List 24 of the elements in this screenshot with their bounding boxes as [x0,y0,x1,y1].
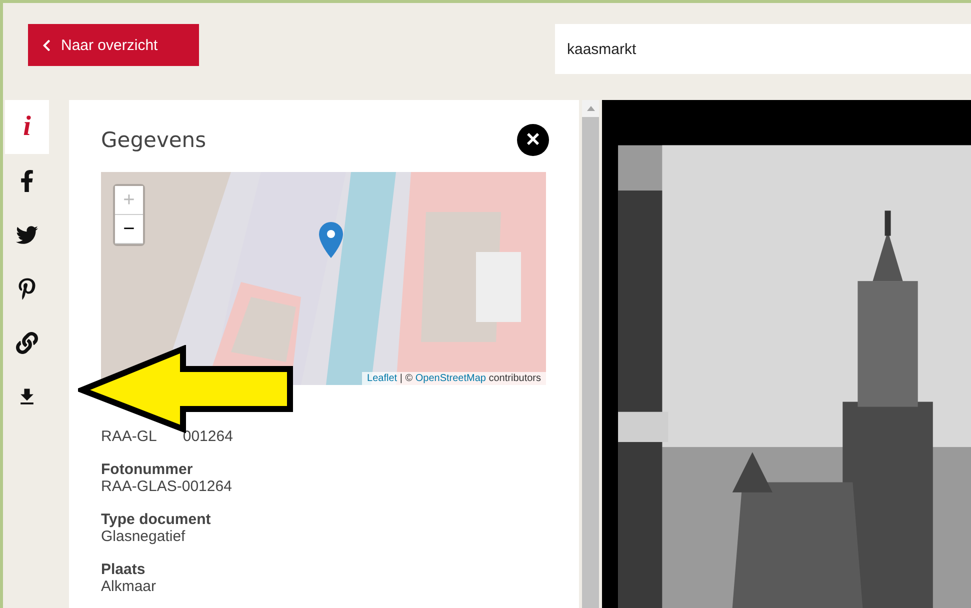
field-value: 001264 [182,428,233,445]
twitter-icon [16,224,38,246]
field-label: Type document [101,511,212,528]
info-icon: i [23,111,31,143]
share-bar-button[interactable]: i [5,100,49,154]
scrollbar[interactable] [582,100,599,608]
back-button[interactable]: Naar overzicht [28,24,199,66]
field-value: Glasnegatief [101,528,186,545]
map-attribution: Leaflet | © OpenStreetMap contributors [362,372,546,385]
field-label: Fotonummer [101,461,194,478]
field-value: RAA-GLAS-001264 [101,478,232,495]
chevron-left-icon [40,38,53,52]
pinterest-icon [16,278,38,300]
link-icon [16,332,38,354]
zoom-out-button[interactable]: − [115,215,143,244]
field-value: Alkmaar [101,578,156,595]
openstreetmap-link[interactable]: OpenStreetMap [415,373,486,384]
field-value: RAA-GL [101,428,157,445]
scroll-up-icon [586,106,594,111]
panel-title: Gegevens [101,128,206,152]
search-field[interactable]: kaasmarkt [555,24,971,74]
close-button[interactable]: × [517,124,549,156]
field-label: Plaats [101,561,146,578]
leaflet-link[interactable]: Leaflet [367,373,398,384]
